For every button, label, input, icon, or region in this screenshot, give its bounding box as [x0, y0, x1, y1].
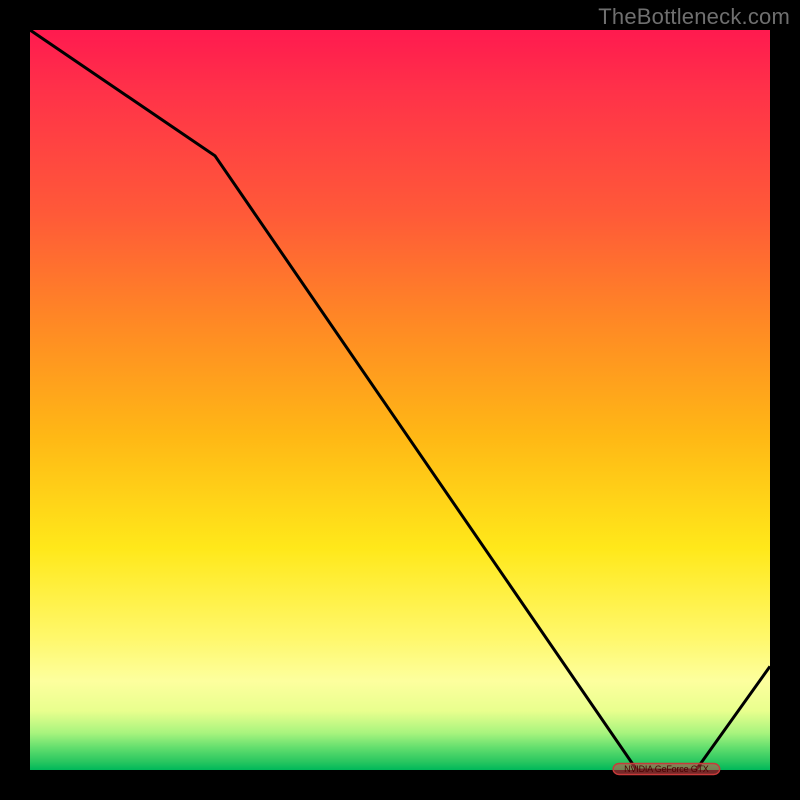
legend-pill: NVIDIA GeForce GTX	[613, 764, 720, 775]
watermark-text: TheBottleneck.com	[598, 4, 790, 30]
chart-overlay: NVIDIA GeForce GTX	[30, 30, 770, 770]
chart-canvas: TheBottleneck.com NVIDIA GeForce GTX	[0, 0, 800, 800]
plot-area: NVIDIA GeForce GTX	[30, 30, 770, 770]
series-line	[30, 30, 770, 770]
legend-label: NVIDIA GeForce GTX	[624, 764, 709, 774]
